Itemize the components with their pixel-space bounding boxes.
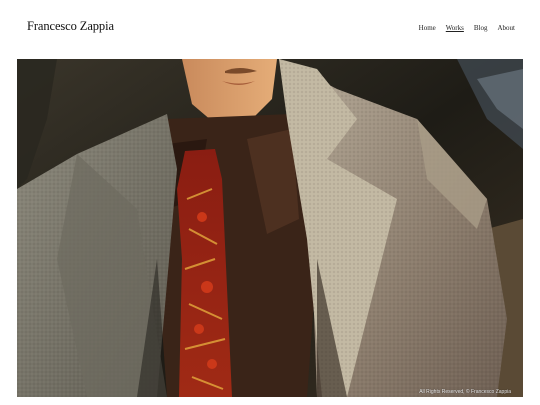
site-header: Francesco Zappia Home Works Blog About [0, 0, 540, 58]
site-title[interactable]: Francesco Zappia [27, 19, 114, 34]
hero-photo: All Rights Reserved, © Francesco Zappia [17, 59, 523, 397]
main-nav: Home Works Blog About [409, 24, 515, 32]
portrait-image [17, 59, 523, 397]
nav-item-works[interactable]: Works [446, 24, 464, 32]
nav-item-home[interactable]: Home [419, 24, 436, 32]
nav-item-blog[interactable]: Blog [474, 24, 488, 32]
nav-item-about[interactable]: About [498, 24, 516, 32]
copyright-notice: All Rights Reserved, © Francesco Zappia [419, 389, 511, 395]
